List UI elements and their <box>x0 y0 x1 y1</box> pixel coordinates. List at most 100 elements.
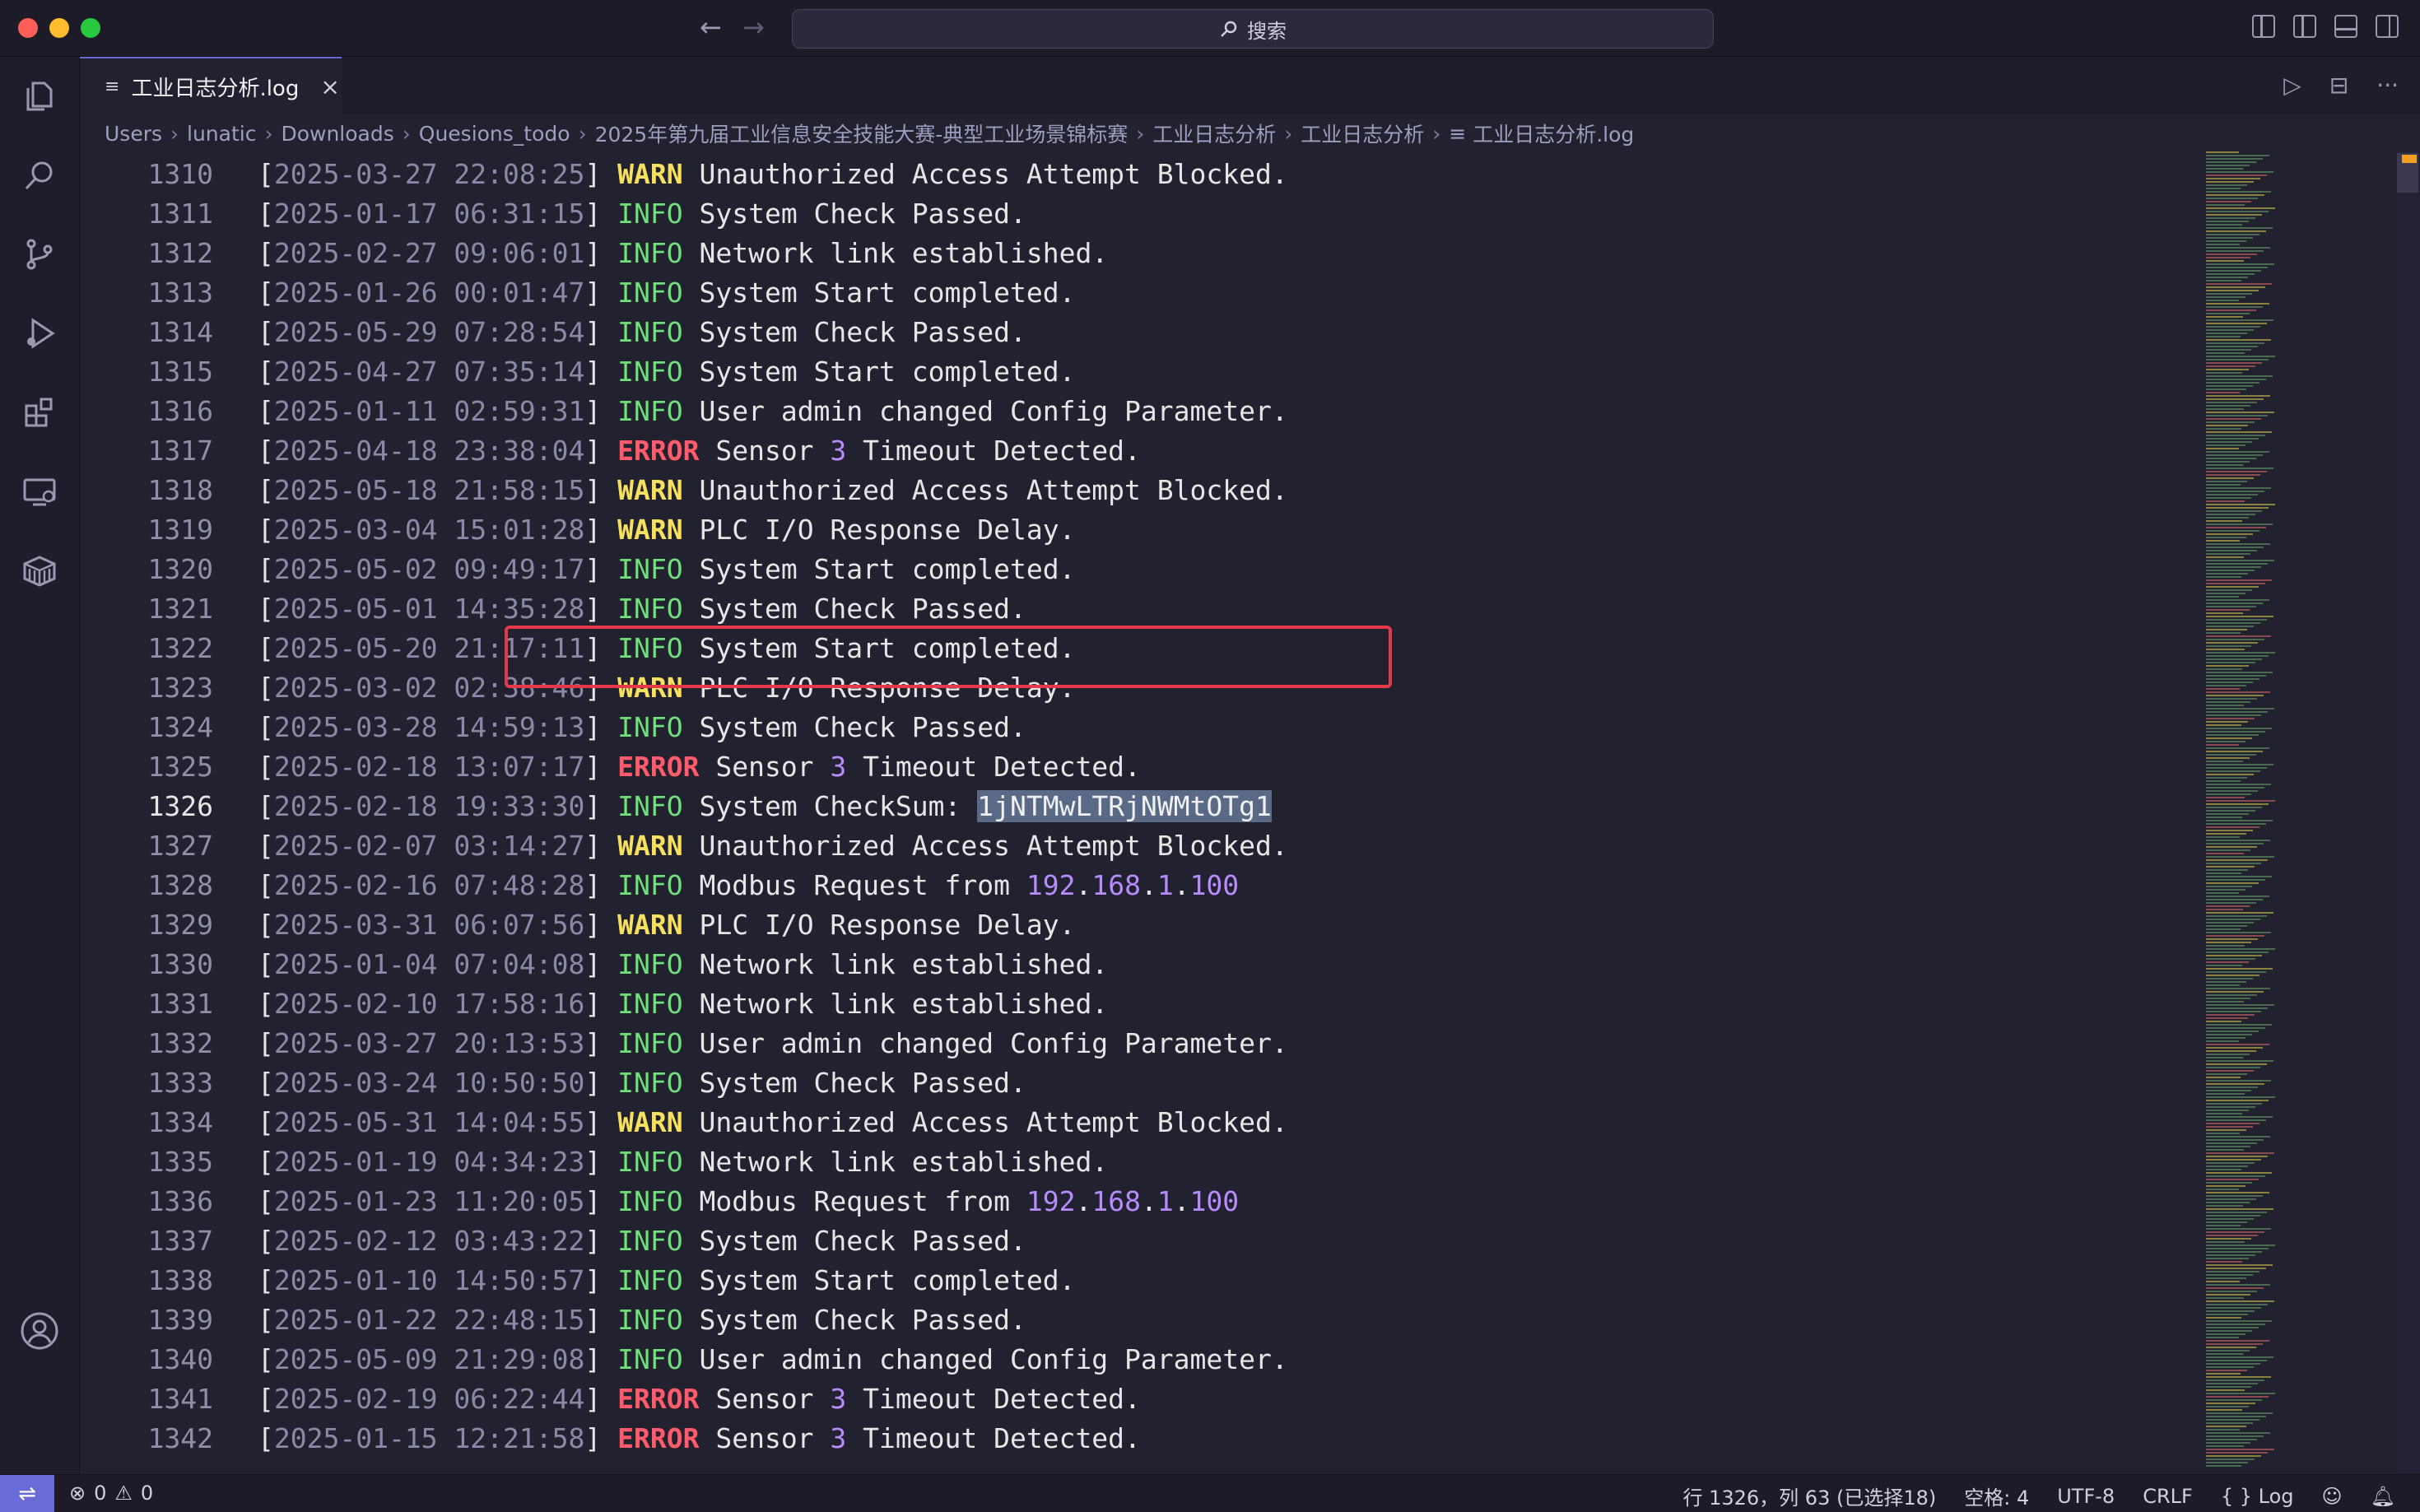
forward-arrow-icon[interactable]: → <box>742 12 765 43</box>
cursor-position[interactable]: 行 1326，列 63 (已选择18) <box>1682 1482 1936 1510</box>
copilot-icon[interactable]: ☺ <box>2322 1485 2343 1508</box>
minimap-line <box>2206 991 2264 993</box>
minimap[interactable] <box>2206 151 2313 1472</box>
minimap-line <box>2206 1103 2262 1105</box>
minimap-line <box>2206 787 2264 789</box>
vertical-scrollbar[interactable] <box>2397 151 2420 1472</box>
code-line: 1329 [2025-03-31 06:07:56] WARN PLC I/O R… <box>80 905 2204 945</box>
toggle-primary-sidebar-icon[interactable] <box>2293 15 2316 38</box>
run-icon[interactable]: ▷ <box>2283 72 2301 99</box>
back-arrow-icon[interactable]: ← <box>700 12 722 43</box>
breadcrumb-item[interactable]: 工业日志分析 <box>1301 119 1424 148</box>
minimap-line <box>2206 1277 2246 1279</box>
search-view-icon[interactable] <box>18 154 61 197</box>
command-search-box[interactable]: 搜索 <box>792 9 1714 49</box>
breadcrumb-item[interactable]: Users <box>105 122 162 146</box>
minimap-line <box>2206 1189 2239 1190</box>
customize-layout-icon[interactable] <box>2252 15 2275 38</box>
minimap-line <box>2206 418 2261 420</box>
log-level: INFO <box>617 711 683 743</box>
language-mode[interactable]: { } Log <box>2221 1485 2294 1508</box>
more-actions-icon[interactable]: ··· <box>2376 72 2399 99</box>
bracket: [ <box>258 1067 274 1099</box>
log-entry: [2025-05-02 09:49:17] INFO System Start … <box>258 550 1075 589</box>
log-message: System Start completed. <box>699 632 1076 664</box>
minimap-line <box>2206 872 2241 874</box>
close-window-button[interactable] <box>18 18 38 38</box>
bracket: ] <box>584 672 618 704</box>
minimap-line <box>2206 428 2241 430</box>
minimap-line <box>2206 675 2266 677</box>
minimap-line <box>2206 155 2269 156</box>
bracket: ] <box>584 1185 618 1217</box>
minimap-line <box>2206 741 2245 742</box>
minimap-line <box>2206 270 2261 272</box>
file-lines-icon: ≡ <box>105 76 120 97</box>
bracket: ] <box>584 1106 618 1138</box>
minimap-line <box>2206 530 2259 532</box>
log-message: PLC I/O Response Delay. <box>699 909 1076 941</box>
minimap-line <box>2206 955 2262 956</box>
minimap-line <box>2206 1037 2245 1039</box>
minimize-window-button[interactable] <box>49 18 69 38</box>
breadcrumb-item[interactable]: 2025年第九届工业信息安全技能大赛-典型工业场景锦标赛 <box>595 119 1129 148</box>
search-label: 搜索 <box>1247 19 1287 43</box>
number-token: 168 <box>1091 1185 1141 1217</box>
minimap-line <box>2206 500 2245 502</box>
minimap-line <box>2206 184 2247 186</box>
tab-log-file[interactable]: ≡ 工业日志分析.log × <box>80 57 342 114</box>
minimap-line <box>2206 158 2263 160</box>
minimap-line <box>2206 589 2252 591</box>
chevron-right-icon: › <box>1432 121 1441 146</box>
maximize-window-button[interactable] <box>81 18 100 38</box>
source-control-icon[interactable] <box>18 233 61 276</box>
minimap-line <box>2206 915 2267 917</box>
minimap-line <box>2206 639 2264 640</box>
minimap-line <box>2206 309 2256 311</box>
timestamp: 2025-03-28 14:59:13 <box>273 711 585 743</box>
toggle-panel-icon[interactable] <box>2334 15 2357 38</box>
notifications-bell-icon[interactable]: 🔔︎ <box>2371 1485 2395 1508</box>
account-icon[interactable] <box>18 1310 61 1352</box>
indentation[interactable]: 空格: 4 <box>1964 1482 2029 1510</box>
minimap-line <box>2206 468 2273 469</box>
minimap-line <box>2206 1185 2245 1187</box>
containers-icon[interactable] <box>18 549 61 592</box>
chevron-right-icon: › <box>1284 121 1293 146</box>
problems-indicator[interactable]: ⊗ 0 ⚠ 0 <box>69 1482 153 1505</box>
minimap-line <box>2206 188 2241 189</box>
minimap-line <box>2206 761 2243 762</box>
breadcrumb-item[interactable]: 工业日志分析.log <box>1473 119 1634 148</box>
encoding[interactable]: UTF-8 <box>2057 1485 2115 1508</box>
end-of-line[interactable]: CRLF <box>2143 1485 2193 1508</box>
breadcrumb-item[interactable]: Downloads <box>281 122 393 146</box>
editor-text-area[interactable]: 1310 [2025-03-27 22:08:25] WARN Unauthori… <box>80 151 2204 1472</box>
split-editor-icon[interactable]: ⊟ <box>2329 72 2348 99</box>
bracket: [ <box>258 1146 274 1178</box>
minimap-line <box>2206 708 2274 709</box>
remote-explorer-icon[interactable] <box>18 470 61 513</box>
minimap-line <box>2206 1169 2241 1170</box>
code-line: 1330 [2025-01-04 07:04:08] INFO Network l… <box>80 945 2204 984</box>
log-level: WARN <box>617 474 683 506</box>
minimap-line <box>2206 1337 2239 1338</box>
minimap-line <box>2206 813 2249 815</box>
timestamp: 2025-01-22 22:48:15 <box>273 1304 585 1336</box>
minimap-line <box>2206 1426 2246 1427</box>
line-number: 1325 <box>147 751 213 783</box>
extensions-icon[interactable] <box>18 391 61 434</box>
toggle-secondary-sidebar-icon[interactable] <box>2376 15 2399 38</box>
close-tab-icon[interactable]: × <box>320 73 339 100</box>
remote-indicator-icon[interactable]: ⇌ <box>0 1475 54 1512</box>
run-debug-icon[interactable] <box>18 312 61 355</box>
breadcrumb-item[interactable]: Quesions_todo <box>419 122 570 146</box>
minimap-line <box>2206 596 2239 598</box>
minimap-line <box>2206 1307 2261 1309</box>
breadcrumb-item[interactable]: lunatic <box>187 122 256 146</box>
explorer-icon[interactable] <box>18 75 61 118</box>
log-level: INFO <box>617 316 683 348</box>
minimap-line <box>2206 1403 2255 1404</box>
minimap-line <box>2206 356 2275 357</box>
breadcrumb: Users › lunatic › Downloads › Quesions_todo… <box>105 117 1634 150</box>
breadcrumb-item[interactable]: 工业日志分析 <box>1152 119 1276 148</box>
